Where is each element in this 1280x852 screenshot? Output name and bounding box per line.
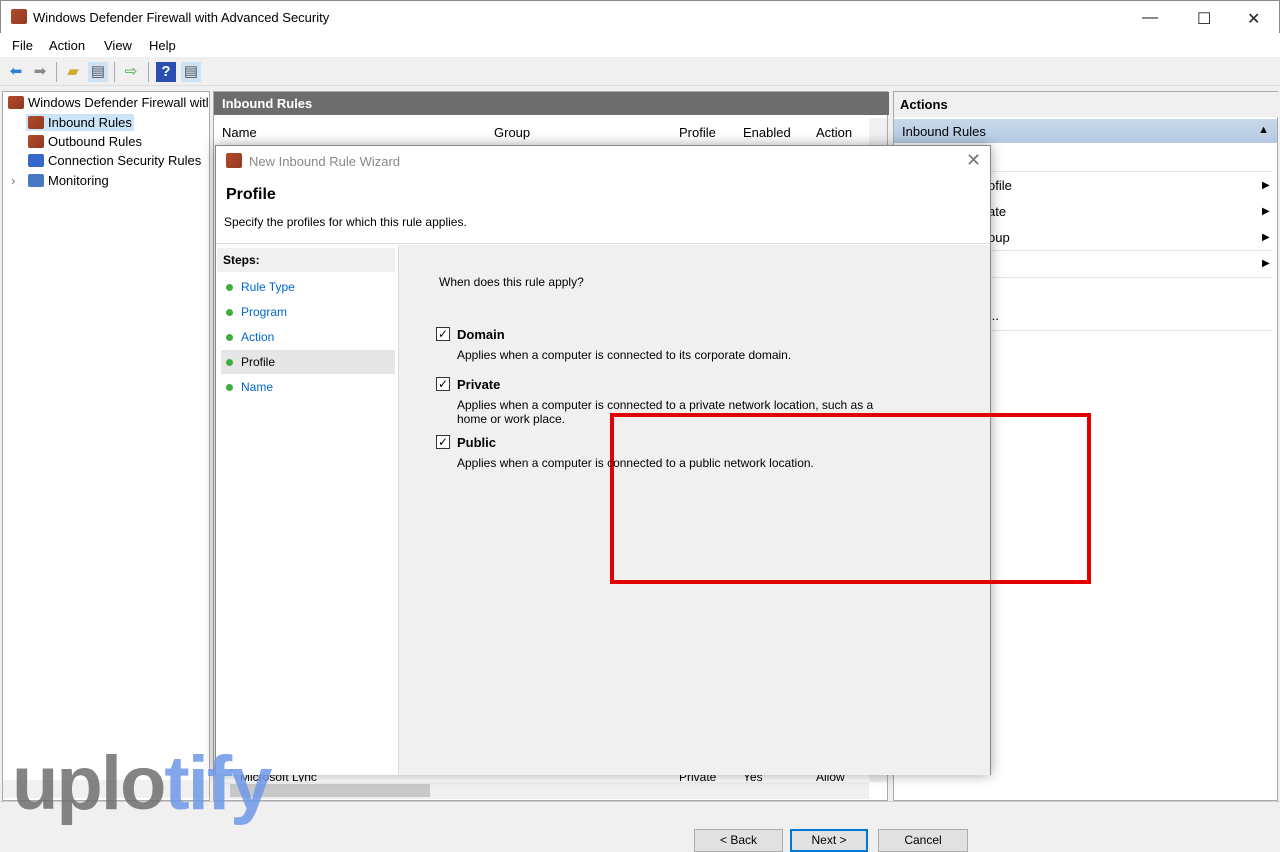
step-label: Name [241, 380, 274, 394]
column-header-name[interactable]: Name [222, 125, 257, 140]
uplotify-watermark: uplotify [12, 740, 272, 827]
dialog-header: Profile Specify the profiles for which t… [216, 176, 990, 244]
expand-chevron-icon[interactable]: › [11, 173, 15, 188]
submenu-arrow-icon: ▶ [1262, 232, 1270, 243]
public-label[interactable]: Public [457, 435, 496, 450]
connection-security-icon [28, 154, 44, 167]
submenu-arrow-icon: ▶ [1262, 180, 1270, 191]
step-profile: Profile [221, 350, 395, 374]
column-header-action[interactable]: Action [816, 125, 852, 140]
menu-file[interactable]: File [12, 38, 33, 53]
dialog-title: New Inbound Rule Wizard [249, 154, 401, 169]
next-button[interactable]: Next > [790, 829, 868, 852]
toolbar: ⬅ ➡ ▰ ▤ ⇨ ? ▤ [0, 59, 1280, 86]
profile-pane: When does this rule apply? ✓ Domain Appl… [399, 245, 1091, 852]
section-label: Inbound Rules [902, 124, 986, 139]
action-filter-by-group[interactable]: oup [988, 230, 1010, 245]
step-rule-type[interactable]: Rule Type [221, 275, 395, 299]
step-action[interactable]: Action [221, 325, 395, 349]
actions-section-inbound-rules[interactable]: Inbound Rules ▲ [894, 119, 1277, 143]
actions-title: Actions [894, 92, 1279, 117]
back-button[interactable]: < Back [694, 829, 783, 852]
public-description: Applies when a computer is connected to … [457, 456, 814, 470]
monitoring-icon [28, 174, 44, 187]
tree-item-monitoring[interactable]: Monitoring [28, 173, 109, 188]
tree-item-outbound-rules[interactable]: Outbound Rules [28, 134, 142, 149]
step-label: Rule Type [241, 280, 295, 294]
column-header-group[interactable]: Group [494, 125, 530, 140]
inbound-rules-icon [28, 116, 44, 129]
tree-item-inbound-rules[interactable]: Inbound Rules [26, 114, 134, 131]
menu-view[interactable]: View [104, 38, 132, 53]
column-header-profile[interactable]: Profile [679, 125, 716, 140]
domain-checkbox[interactable]: ✓ [436, 327, 450, 341]
steps-label: Steps: [217, 248, 395, 272]
private-checkbox[interactable]: ✓ [436, 377, 450, 391]
firewall-app-icon [11, 9, 27, 24]
page-subtitle: Specify the profiles for which this rule… [224, 215, 467, 229]
tree-label: Inbound Rules [48, 115, 132, 130]
menu-bar: File Action View Help [0, 33, 1280, 57]
step-label: Program [241, 305, 288, 319]
menu-action[interactable]: Action [49, 38, 85, 53]
list-title: Inbound Rules [214, 92, 889, 115]
tree-root[interactable]: Windows Defender Firewall witl [8, 95, 209, 110]
cancel-button[interactable]: Cancel [878, 829, 968, 852]
private-description: Applies when a computer is connected to … [457, 398, 874, 426]
question-label: When does this rule apply? [439, 275, 584, 289]
console-tree: Windows Defender Firewall witl Inbound R… [2, 91, 210, 801]
dialog-close-icon[interactable]: ✕ [966, 150, 981, 171]
up-folder-icon[interactable]: ▰ [63, 62, 83, 82]
tree-label: Connection Security Rules [48, 153, 202, 168]
page-title: Profile [226, 186, 276, 203]
column-header-enabled[interactable]: Enabled [743, 125, 791, 140]
collapse-arrow-icon[interactable]: ▲ [1258, 124, 1269, 136]
tree-label: Outbound Rules [48, 134, 142, 149]
steps-panel: Steps: Rule Type Program Action Profile … [217, 245, 399, 775]
public-checkbox[interactable]: ✓ [436, 435, 450, 449]
firewall-icon [226, 153, 246, 169]
forward-arrow-icon[interactable]: ➡ [30, 62, 50, 82]
highlight-box [610, 413, 1091, 584]
submenu-arrow-icon[interactable]: ▶ [1262, 258, 1270, 269]
tree-label: Monitoring [48, 173, 109, 188]
show-hide-action-pane-icon[interactable]: ▤ [181, 62, 201, 82]
title-bar: Windows Defender Firewall with Advanced … [0, 0, 1280, 33]
back-arrow-icon[interactable]: ⬅ [6, 62, 26, 82]
domain-label[interactable]: Domain [457, 327, 505, 342]
submenu-arrow-icon: ▶ [1262, 206, 1270, 217]
help-icon[interactable]: ? [156, 62, 176, 82]
watermark-part2: tify [164, 741, 272, 826]
outbound-rules-icon [28, 135, 44, 148]
private-label[interactable]: Private [457, 377, 500, 392]
step-label: Profile [241, 355, 276, 369]
watermark-part1: uplo [12, 741, 166, 826]
maximize-button[interactable]: ☐ [1197, 9, 1211, 29]
domain-description: Applies when a computer is connected to … [457, 348, 792, 362]
show-hide-console-tree-icon[interactable]: ▤ [88, 62, 108, 82]
step-program[interactable]: Program [221, 300, 395, 324]
step-label: Action [241, 330, 275, 344]
window-title: Windows Defender Firewall with Advanced … [33, 10, 330, 25]
action-filter-by-profile[interactable]: ofile [988, 178, 1012, 193]
tree-root-label: Windows Defender Firewall witl [28, 95, 209, 110]
tree-item-connection-security-rules[interactable]: Connection Security Rules [28, 153, 201, 168]
minimize-button[interactable]: — [1142, 9, 1158, 27]
menu-help[interactable]: Help [149, 38, 176, 53]
firewall-icon [8, 96, 24, 109]
new-inbound-rule-wizard: New Inbound Rule Wizard ✕ Profile Specif… [215, 145, 1091, 852]
close-button[interactable]: ✕ [1247, 9, 1260, 29]
list-horizontal-scrollbar[interactable] [214, 782, 869, 799]
export-list-icon[interactable]: ⇨ [121, 62, 141, 82]
step-name[interactable]: Name [221, 375, 395, 399]
